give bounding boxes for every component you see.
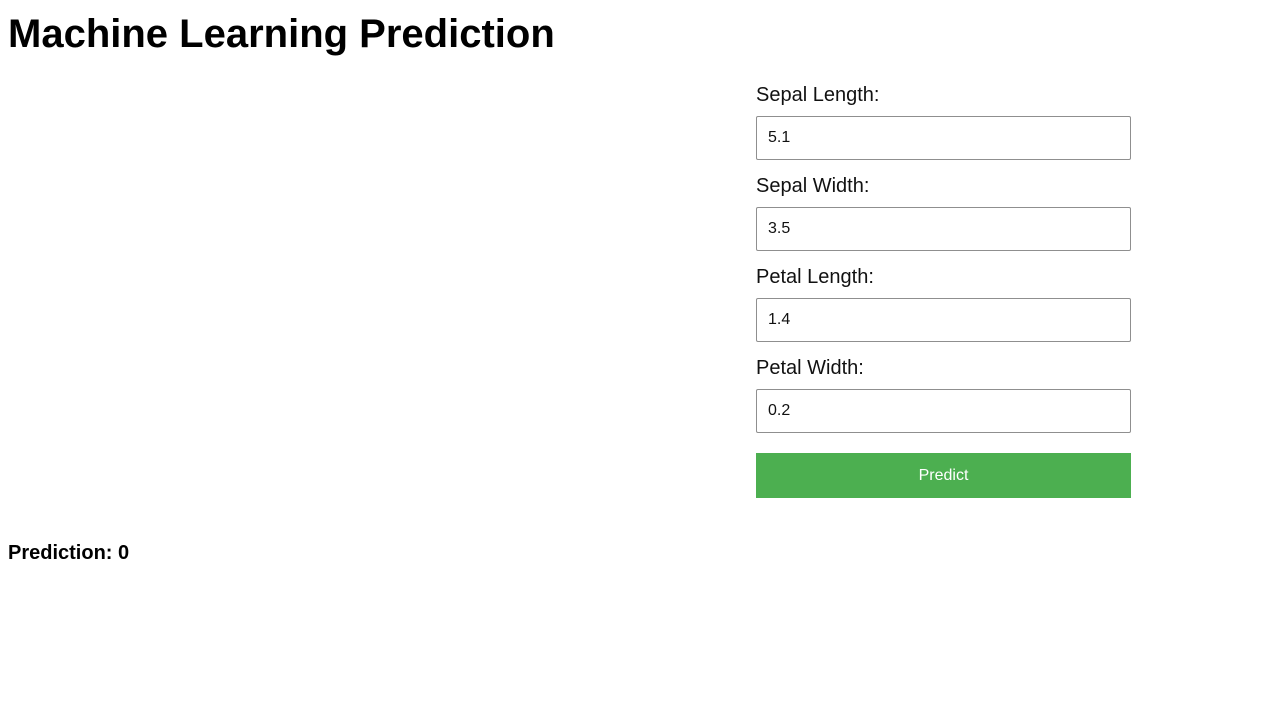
sepal-width-input[interactable] [756,207,1131,251]
petal-length-label: Petal Length: [756,266,874,288]
petal-length-input[interactable] [756,298,1131,342]
predict-button[interactable]: Predict [756,453,1131,498]
prediction-form: Sepal Length: Sepal Width: Petal Length:… [756,82,1131,498]
sepal-length-label: Sepal Length: [756,84,880,106]
page: Machine Learning Prediction Sepal Length… [0,0,1279,717]
sepal-length-field: Sepal Length: [756,82,1131,160]
prediction-value: 0 [118,542,130,564]
petal-width-input[interactable] [756,389,1131,433]
page-title: Machine Learning Prediction [8,12,555,56]
petal-width-field: Petal Width: [756,355,1131,433]
sepal-width-field: Sepal Width: [756,173,1131,251]
sepal-length-input[interactable] [756,116,1131,160]
petal-width-label: Petal Width: [756,357,864,379]
petal-length-field: Petal Length: [756,264,1131,342]
prediction-result: Prediction: 0 [8,541,129,565]
sepal-width-label: Sepal Width: [756,175,870,197]
prediction-prefix: Prediction: [8,542,113,564]
